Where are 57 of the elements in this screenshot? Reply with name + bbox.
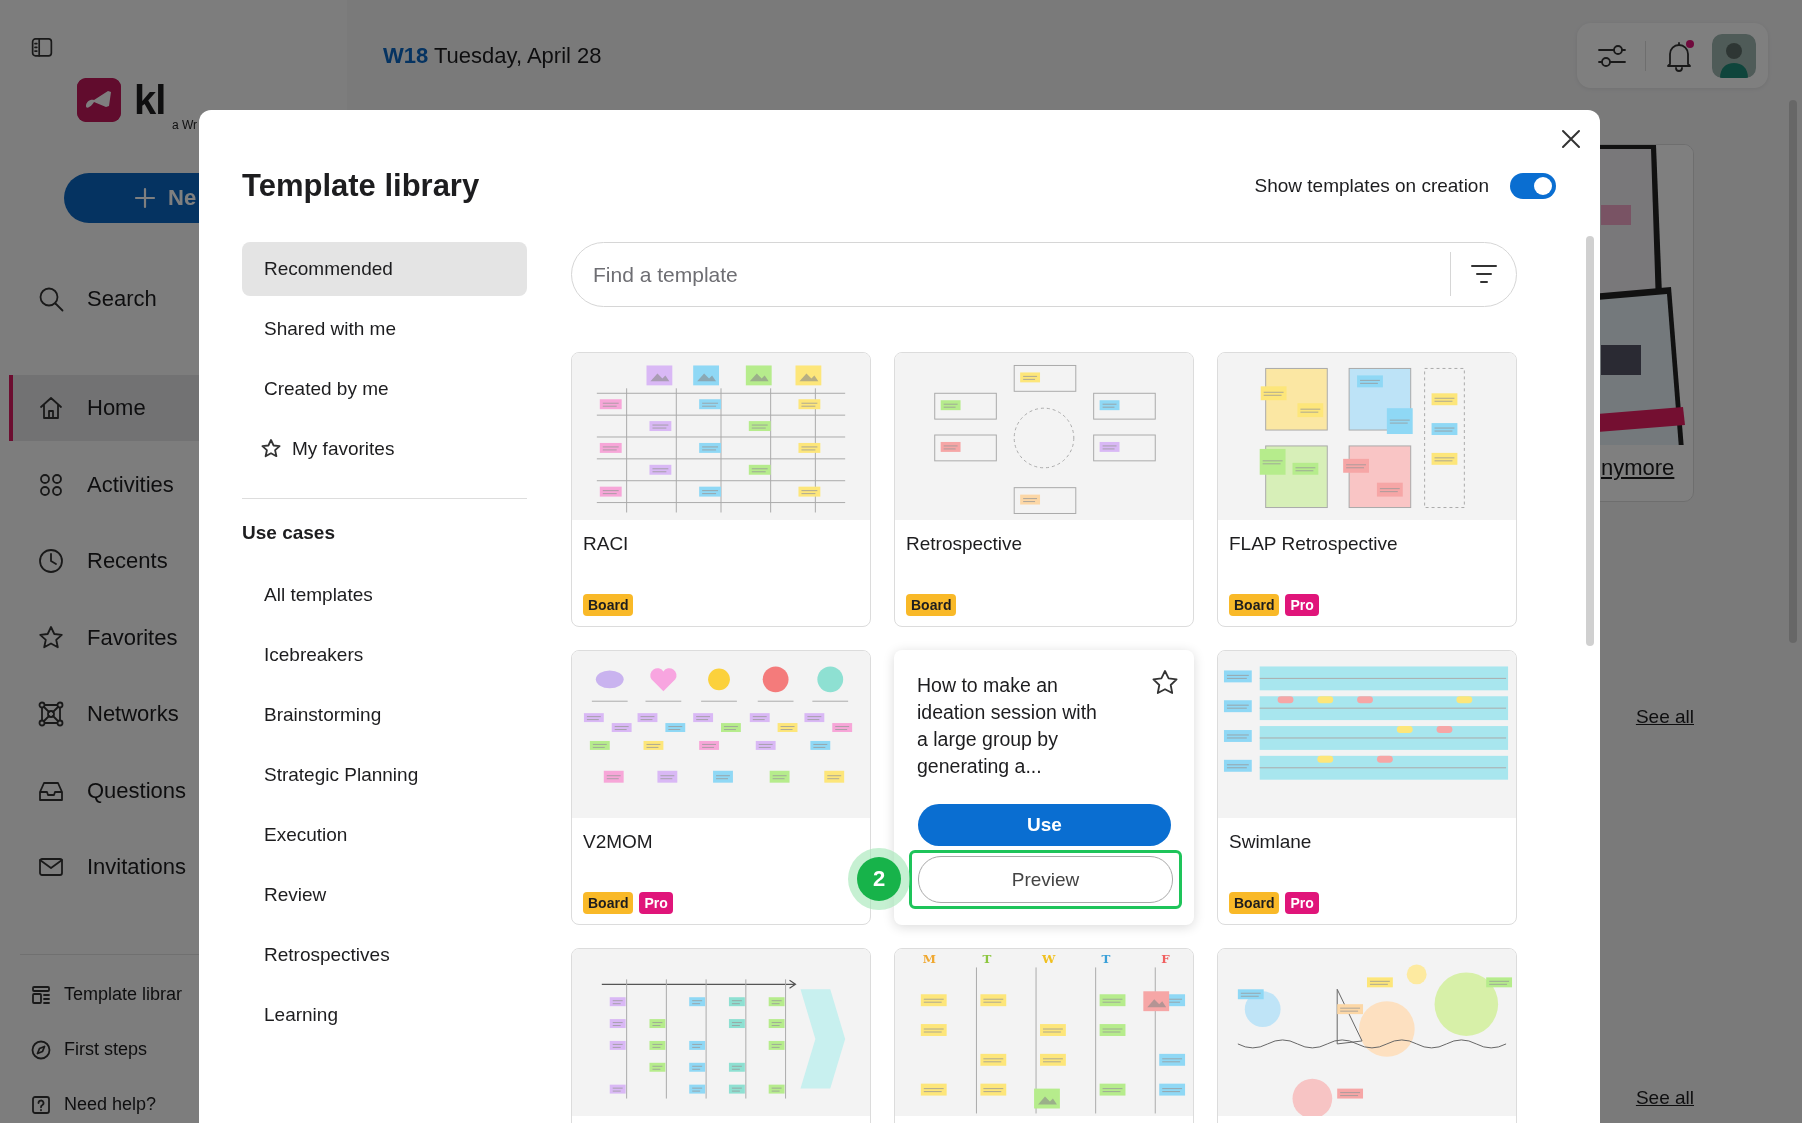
tag: Pro (639, 892, 673, 914)
template-title: V2MOM (583, 831, 654, 854)
template-card[interactable]: How to make an ideation session with a large group by generating a... Use Preview (894, 650, 1194, 925)
category-item[interactable]: All templates (242, 568, 527, 622)
tag: Board (583, 594, 634, 616)
logo-subtitle: a Wr (172, 117, 199, 132)
template-card[interactable]: Swimlane Board Pro (1217, 650, 1517, 925)
search-field[interactable]: Find a template (571, 242, 1517, 307)
template-title: Swimlane (1229, 831, 1313, 854)
logo-text: kl (134, 77, 166, 122)
sliders-icon[interactable] (1597, 43, 1627, 68)
use-button[interactable]: Use (918, 804, 1171, 846)
scrollbar[interactable] (1586, 236, 1594, 646)
category-item[interactable]: Shared with me (242, 302, 527, 356)
network-icon (37, 700, 65, 729)
category-item[interactable]: Execution (242, 808, 527, 862)
avatar[interactable] (1712, 33, 1756, 78)
template-card[interactable]: RACI Board (571, 352, 871, 627)
see-all-link[interactable]: See all (1635, 1087, 1694, 1109)
plus-icon (134, 187, 156, 209)
tag: Board (1229, 892, 1280, 914)
tag: Board (583, 892, 634, 914)
close-icon (1561, 129, 1581, 149)
filter-icon (1470, 263, 1498, 285)
toggle-switch[interactable] (1510, 173, 1556, 199)
help-icon (31, 1095, 51, 1115)
sidebar-toggle-icon[interactable] (31, 38, 53, 57)
sidebar-link[interactable]: Need help? (31, 1087, 347, 1123)
bell-icon[interactable] (1664, 39, 1694, 72)
see-all-link[interactable]: See all (1635, 706, 1694, 728)
template-title: FLAP Retrospective (1229, 533, 1399, 556)
tag: Pro (1285, 594, 1319, 616)
compass-icon (31, 1040, 51, 1060)
date-heading: W18 Tuesday, April 28 (383, 42, 602, 69)
template-card[interactable]: V2MOM Board Pro (571, 650, 871, 925)
template-card[interactable]: Retrospective Board (894, 352, 1194, 627)
search-icon (37, 285, 65, 314)
template-title: RACI (583, 533, 630, 556)
preview-button[interactable]: Preview (918, 856, 1173, 903)
category-item[interactable]: Retrospectives (242, 928, 527, 982)
toggle-label: Show templates on creation (1254, 175, 1489, 197)
horn-logo-icon (77, 77, 121, 122)
star-icon (260, 438, 282, 460)
category-item[interactable]: Strategic Planning (242, 748, 527, 802)
category-item[interactable]: Recommended (242, 242, 527, 296)
template-description: How to make an ideation session with a large group by generating a... (917, 673, 1098, 779)
category-item[interactable]: Review (242, 868, 527, 922)
category-item[interactable]: Brainstorming (242, 688, 527, 742)
category-item[interactable]: Icebreakers (242, 628, 527, 682)
tag: Board (1229, 594, 1280, 616)
tag: Pro (1285, 892, 1319, 914)
template-title: Retrospective (906, 533, 1024, 556)
section-heading: Use cases (242, 521, 336, 545)
tag: Board (906, 594, 957, 616)
template-icon (31, 985, 51, 1005)
template-card[interactable]: FLAP Retrospective Board Pro (1217, 352, 1517, 627)
clock-icon (37, 547, 65, 576)
